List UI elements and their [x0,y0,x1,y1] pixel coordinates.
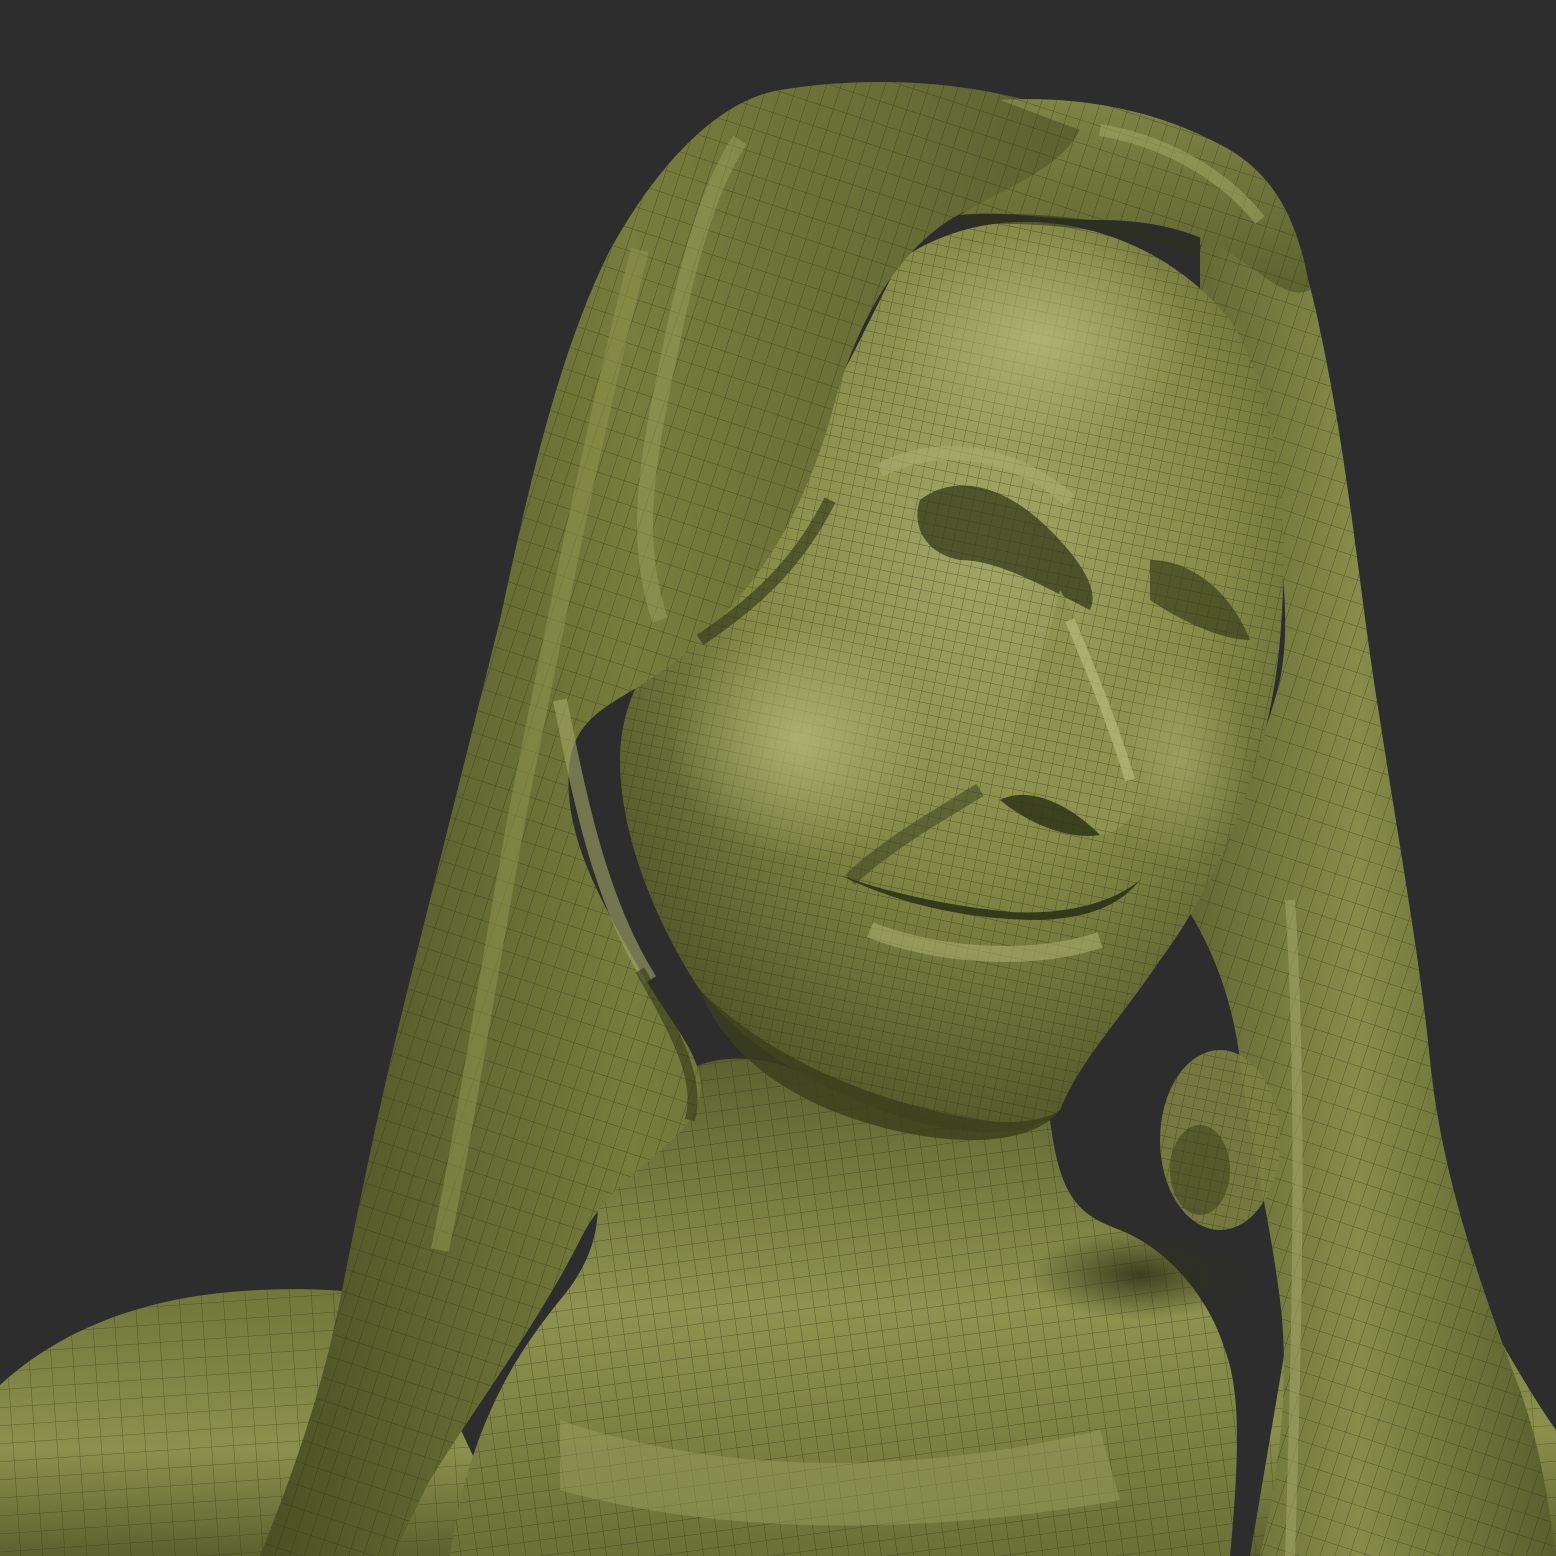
sculpt-render [0,0,1556,1556]
3d-viewport[interactable] [0,0,1556,1556]
ear [1160,1050,1280,1230]
collarbone-shadow [1030,1230,1250,1320]
forehead-highlight [890,230,1190,450]
cheek-highlight [670,620,930,860]
